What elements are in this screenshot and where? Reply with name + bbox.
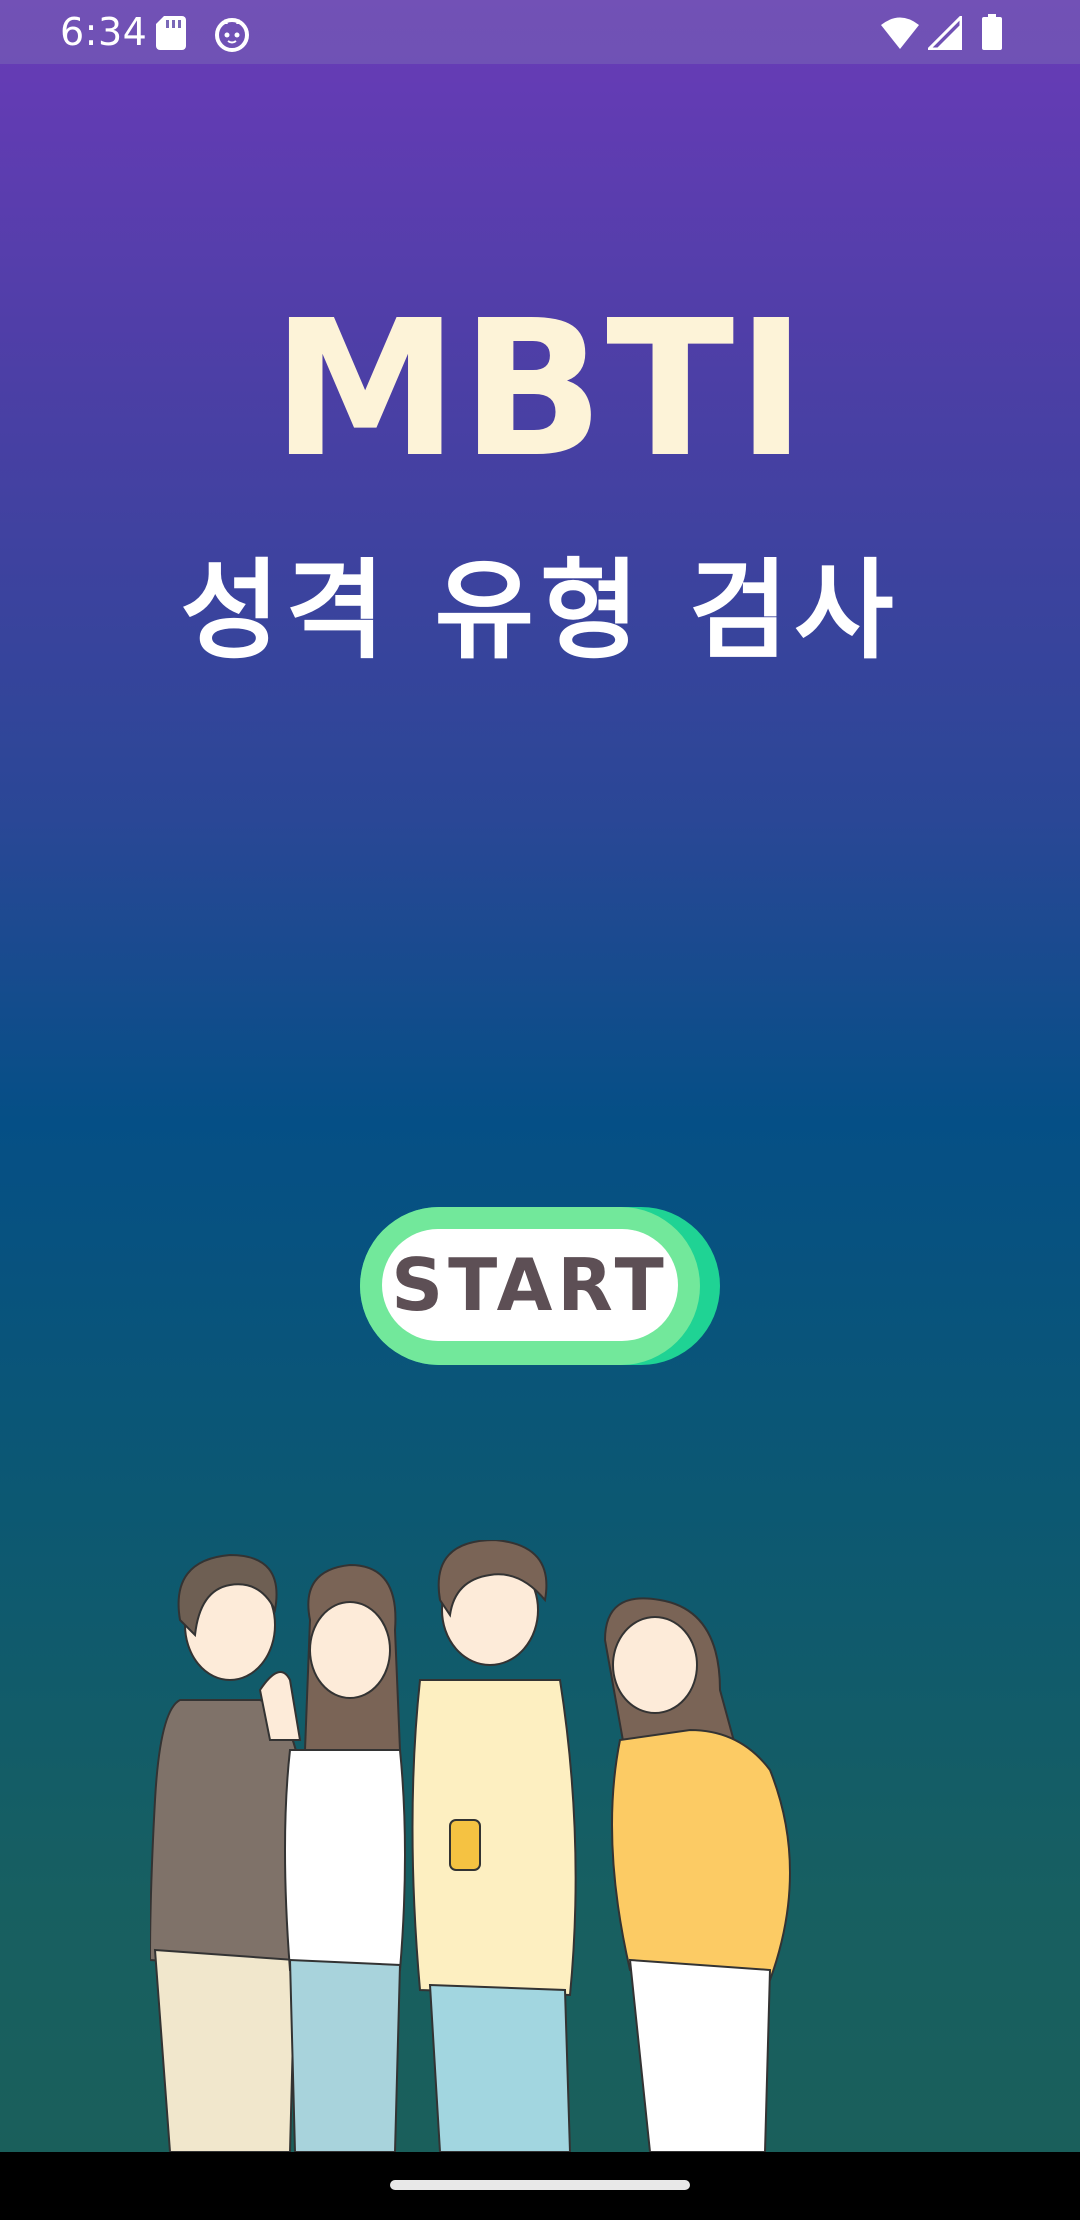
start-button-inner: START: [382, 1229, 678, 1341]
status-bar: 6:34: [0, 0, 1080, 64]
cell-signal-icon: [928, 16, 962, 50]
person-brown-sweater: [150, 1553, 306, 2152]
home-indicator[interactable]: [390, 2180, 690, 2190]
status-time: 6:34: [60, 10, 148, 54]
app-subtitle: 성격 유형 검사: [180, 549, 900, 674]
sd-card-icon: [156, 16, 186, 50]
cat-face-icon: [215, 18, 249, 52]
four-friends-illustration: [150, 1540, 791, 2152]
app-title: MBTI: [271, 280, 809, 499]
app-screen: 6:34 MBTI 성격 유형 검사 START: [0, 0, 1080, 2152]
person-yellow-vest: [411, 1540, 577, 2152]
start-button[interactable]: START: [360, 1207, 720, 1365]
person-orange-sweater: [603, 1597, 791, 2152]
wifi-icon: [881, 17, 919, 49]
person-white-shirt: [284, 1563, 406, 2152]
start-button-face: START: [360, 1207, 700, 1365]
start-button-label: START: [391, 1243, 669, 1327]
battery-icon: [982, 14, 1002, 50]
